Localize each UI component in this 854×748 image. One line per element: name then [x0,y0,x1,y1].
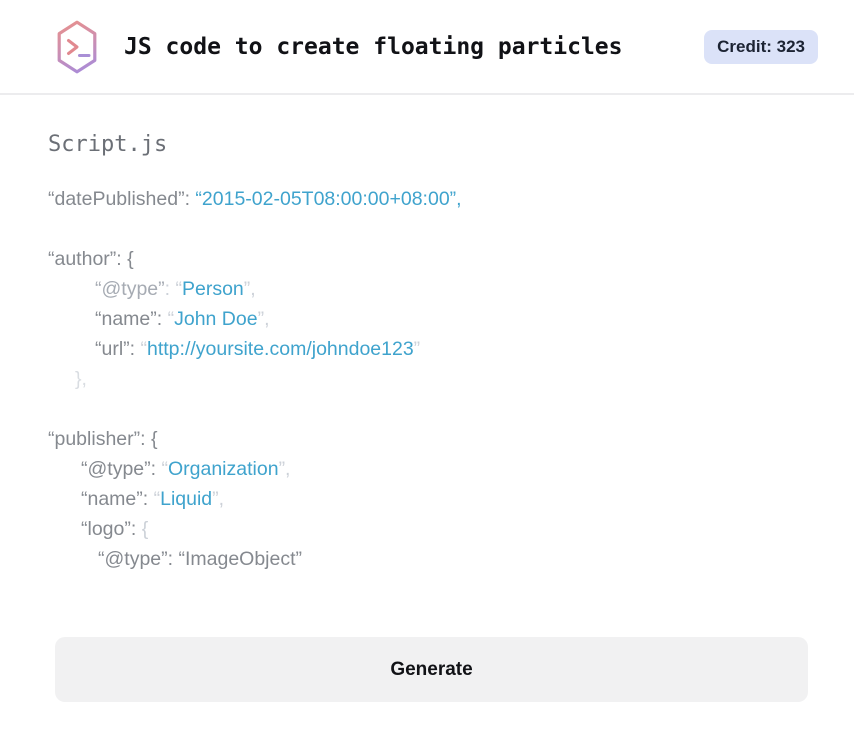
generate-button[interactable]: Generate [55,637,808,702]
page-title: JS code to create floating particles [124,33,623,60]
code-line: “@type”: “Organization”, [81,458,291,480]
terminal-prompt-hexagon-icon [55,20,99,74]
code-block: “datePublished”: “2015-02-05T08:00:00+08… [48,184,806,574]
code-panel: Script.js “datePublished”: “2015-02-05T0… [0,132,854,574]
code-line: }, [75,368,87,390]
code-line: “@type”: “Person”, [95,278,256,300]
code-line: “logo”: { [81,518,149,540]
header: JS code to create floating particles Cre… [0,0,854,95]
code-line: “url”: “http://yoursite.com/johndoe123” [95,338,421,360]
credit-badge: Credit: 323 [704,29,818,64]
code-line: “@type”: “ImageObject” [98,548,303,570]
code-line: “name”: “Liquid”, [81,488,225,510]
footer: Generate [0,637,854,702]
filename-label: Script.js [48,132,168,157]
credit-label: Credit: 323 [717,36,805,56]
code-line: “name”: “John Doe”, [95,308,270,330]
app-root: JS code to create floating particles Cre… [0,0,854,702]
code-line: “datePublished”: “2015-02-05T08:00:00+08… [48,188,462,210]
code-line: “publisher”: { [48,428,158,450]
code-line: “author”: { [48,248,134,270]
